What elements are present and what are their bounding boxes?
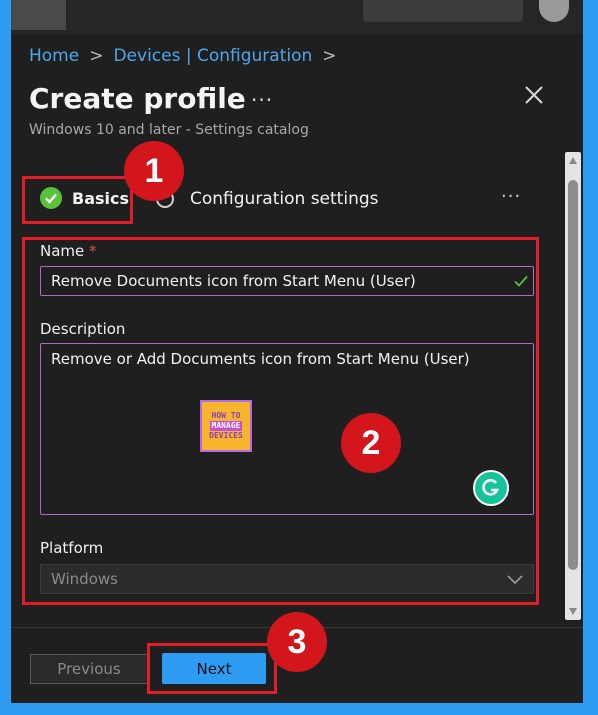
highlight-box-basics: [22, 176, 133, 224]
step-badge-3: 3: [267, 612, 327, 672]
breadcrumb: Home > Devices | Configuration >: [29, 46, 347, 66]
scrollbar-thumb[interactable]: [568, 180, 578, 570]
breadcrumb-separator: >: [89, 46, 104, 66]
scroll-down-arrow-icon[interactable]: [569, 608, 577, 615]
top-bar-search[interactable]: [363, 0, 523, 22]
previous-button[interactable]: Previous: [30, 654, 148, 684]
step-badge-2: 2: [341, 413, 401, 473]
step-badge-1: 1: [124, 141, 184, 201]
step-configuration-label: Configuration settings: [190, 189, 379, 209]
breadcrumb-devices-configuration[interactable]: Devices | Configuration: [113, 46, 312, 66]
steps-more-icon[interactable]: ···: [501, 186, 521, 207]
close-icon[interactable]: [523, 84, 545, 106]
avatar[interactable]: [539, 0, 569, 22]
breadcrumb-separator: >: [322, 46, 337, 66]
page-subtitle: Windows 10 and later - Settings catalog: [29, 122, 309, 138]
step-configuration-settings[interactable]: Configuration settings: [156, 176, 406, 220]
page-title: Create profile: [29, 82, 246, 115]
highlight-box-next: [147, 643, 277, 694]
scroll-up-arrow-icon[interactable]: [569, 157, 577, 164]
top-bar: [11, 0, 583, 34]
highlight-box-form: [22, 237, 539, 605]
vertical-scrollbar[interactable]: [565, 152, 581, 620]
more-options-icon[interactable]: ···: [251, 88, 273, 112]
breadcrumb-home[interactable]: Home: [29, 46, 79, 66]
top-bar-block: [11, 0, 66, 30]
